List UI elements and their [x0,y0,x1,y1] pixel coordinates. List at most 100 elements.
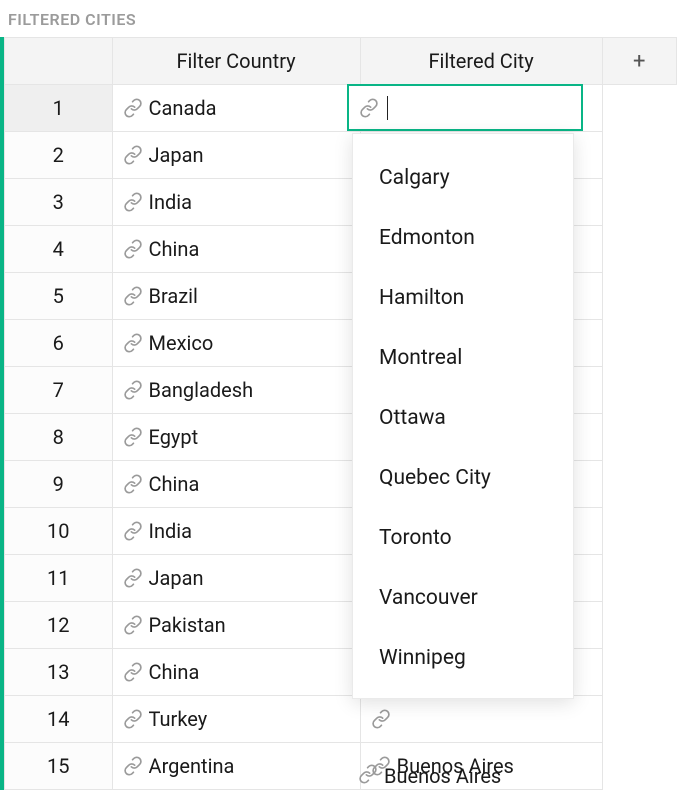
cell-text: Japan [149,143,204,167]
row-number[interactable]: 4 [5,226,113,273]
autocomplete-dropdown[interactable]: CalgaryEdmontonHamiltonMontrealOttawaQue… [352,133,574,699]
rownum-header[interactable] [5,38,113,85]
link-icon [371,709,391,729]
cell-add-column-gutter [602,367,676,414]
cell-add-column-gutter [602,273,676,320]
column-header-city[interactable]: Filtered City [360,38,602,85]
link-icon [123,239,143,259]
data-table: Filter Country Filtered City + 1 Canada 2 J… [4,37,677,790]
cell-text: Turkey [149,707,208,731]
text-caret [387,96,388,120]
dropdown-option[interactable]: Winnipeg [353,628,573,688]
add-column-button[interactable]: + [602,38,676,85]
cell-country[interactable]: India [112,179,360,226]
link-icon [123,709,143,729]
link-icon [123,474,143,494]
cell-add-column-gutter [602,555,676,602]
row-number[interactable]: 2 [5,132,113,179]
link-icon [123,427,143,447]
row-number[interactable]: 10 [5,508,113,555]
cell-text: Pakistan [149,613,226,637]
cell-city[interactable] [360,696,602,743]
cell-country[interactable]: Pakistan [112,602,360,649]
cell-text: Brazil [149,284,198,308]
row-number[interactable]: 7 [5,367,113,414]
row-number[interactable]: 1 [5,85,113,132]
cell-country[interactable]: Argentina [112,743,360,790]
dropdown-option[interactable]: Vancouver [353,568,573,628]
cell-country[interactable]: Japan [112,555,360,602]
cell-text: Egypt [149,425,199,449]
cell-country[interactable]: China [112,649,360,696]
link-icon [359,98,379,118]
cell-text: Mexico [149,331,214,355]
cell-text: Buenos Aires [384,764,501,788]
dropdown-option[interactable]: Calgary [353,148,573,208]
cell-add-column-gutter [602,743,676,790]
column-header-country[interactable]: Filter Country [112,38,360,85]
link-icon [123,286,143,306]
cell-country[interactable]: Turkey [112,696,360,743]
dropdown-option[interactable]: Toronto [353,508,573,568]
cell-text: India [149,190,193,214]
cell-add-column-gutter [602,226,676,273]
cell-text: Canada [149,96,217,120]
row-number[interactable]: 11 [5,555,113,602]
cell-country[interactable]: India [112,508,360,555]
cell-add-column-gutter [602,649,676,696]
cell-country[interactable]: Bangladesh [112,367,360,414]
link-icon [123,145,143,165]
row-number[interactable]: 5 [5,273,113,320]
cell-add-column-gutter [602,461,676,508]
cell-add-column-gutter [602,132,676,179]
dropdown-option[interactable]: Quebec City [353,448,573,508]
link-icon [123,521,143,541]
cell-add-column-gutter [602,696,676,743]
cell-add-column-gutter [602,508,676,555]
row-number[interactable]: 15 [5,743,113,790]
row-number[interactable]: 12 [5,602,113,649]
row-number[interactable]: 6 [5,320,113,367]
dropdown-option[interactable]: Ottawa [353,388,573,448]
link-icon [123,615,143,635]
cell-country[interactable]: China [112,461,360,508]
row-number[interactable]: 8 [5,414,113,461]
cell-country[interactable]: China [112,226,360,273]
link-icon [123,662,143,682]
dropdown-option[interactable]: Edmonton [353,208,573,268]
link-icon [358,764,378,784]
dropdown-option[interactable]: Montreal [353,328,573,388]
cell-text: Japan [149,566,204,590]
cell-add-column-gutter [602,85,676,132]
cell-country[interactable]: Egypt [112,414,360,461]
row-number[interactable]: 14 [5,696,113,743]
cell-country[interactable]: Canada [112,85,360,132]
cell-add-column-gutter [602,320,676,367]
table-container: Filter Country Filtered City + 1 Canada 2 J… [0,37,677,790]
link-icon [123,756,143,776]
cell-text: China [149,472,200,496]
row-number[interactable]: 3 [5,179,113,226]
link-icon [123,568,143,588]
link-icon [123,192,143,212]
row-number[interactable]: 13 [5,649,113,696]
cell-text: China [149,237,200,261]
link-icon [123,333,143,353]
peek-city-cell: Buenos Aires [348,760,509,790]
cell-text: China [149,660,200,684]
cell-country[interactable]: Mexico [112,320,360,367]
cell-country[interactable]: Brazil [112,273,360,320]
link-icon [123,380,143,400]
cell-text: Bangladesh [149,378,254,402]
cell-country[interactable]: Japan [112,132,360,179]
section-title: FILTERED CITIES [0,0,677,37]
dropdown-option[interactable]: Hamilton [353,268,573,328]
cell-text: India [149,519,193,543]
row-number[interactable]: 9 [5,461,113,508]
cell-add-column-gutter [602,414,676,461]
link-icon [123,98,143,118]
active-cell-editor[interactable] [347,84,583,131]
cell-add-column-gutter [602,179,676,226]
cell-add-column-gutter [602,602,676,649]
cell-text: Argentina [149,754,235,778]
